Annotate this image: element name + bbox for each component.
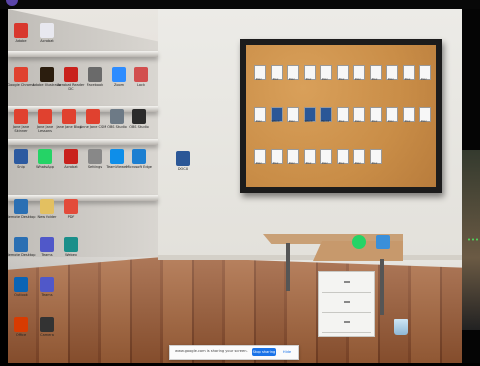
obs-icon[interactable]: OBS Studio [128,109,150,137]
teams-icon[interactable]: Teams [36,237,58,265]
circle-app-icon[interactable]: Webex [60,237,82,265]
teams-icon-glyph [40,237,54,252]
acrobat-icon[interactable]: Acrobat Reader DC [58,67,85,95]
whatsapp-icon-glyph [38,149,52,164]
icon-caption: Teams [41,293,53,297]
edge-icon-glyph [132,149,146,164]
setup-icon-glyph [134,67,148,82]
acrobat-pdf-icon[interactable]: Adobe [10,23,32,51]
icon-caption: Acrobat [40,39,54,43]
acrobat-icon-glyph [64,67,78,82]
icon-caption: DOCX [177,167,189,171]
icon-caption: OBS Studio [129,125,149,129]
screen-share-banner: www.google.com is sharing your screen. S… [169,345,299,360]
folder-icon-glyph [40,199,54,214]
remote-icon-2-glyph [14,237,28,252]
acrobat-pdf-icon-glyph [14,23,28,38]
mail-icon-glyph [40,23,54,38]
share-message: www.google.com is sharing your screen. [175,349,248,353]
drawer-knob [344,281,350,283]
chrome-icon-4-glyph [62,109,76,124]
camera-app-icon[interactable]: Camera [36,317,58,345]
app-icon[interactable]: Adobe Illustrator [32,67,62,95]
circle-app-icon-glyph [64,237,78,252]
status-dots [467,238,479,241]
chrome-icon-2-glyph [14,109,28,124]
remote-icon-2[interactable]: Remote Desktop [8,237,36,265]
outlook-icon[interactable]: Outlook [10,277,32,305]
folder-icon[interactable]: New folder [36,199,58,227]
drawer [322,294,371,313]
desk-leg [286,243,290,291]
snip-icon[interactable]: Snip [10,149,32,177]
word-doc-icon[interactable]: DOCX [172,151,194,179]
office-icon-glyph [14,317,28,332]
document-icon[interactable]: Doc [417,107,431,124]
chrome-icon-5[interactable]: Anne Jane CSM [80,109,106,137]
drawer-knob [344,321,350,323]
snip-icon-glyph [14,149,28,164]
chrome-icon-4[interactable]: Jane Jane Blog [56,109,82,137]
chrome-icon-2[interactable]: Jane Jane Skinner [10,109,32,137]
settings-icon-glyph [110,109,124,124]
chrome-icon-3[interactable]: Jane Jane Lessons [34,109,56,137]
remote-icon-glyph [14,199,28,214]
word-doc-icon-glyph [176,151,190,166]
zoom-icon-glyph [88,67,102,82]
mail-icon[interactable]: Acrobat [36,23,58,51]
baseboard [158,255,462,260]
teams-icon-2-glyph [40,277,54,292]
drawer [322,314,371,333]
edge-icon[interactable]: Microsoft Edge [126,149,152,177]
icon-caption: Lock [137,83,145,87]
vlc-icon-glyph [112,67,126,82]
gear-icon-glyph [88,149,102,164]
office-icon[interactable]: Office [10,317,32,345]
document-icon[interactable]: Doc [417,65,431,82]
shelf [8,51,158,57]
chrome-icon-3-glyph [38,109,52,124]
zoom-icon[interactable]: Facebook [84,67,106,95]
pdf-file-icon[interactable]: PDF [60,199,82,227]
monitor-desk-icon[interactable] [376,235,390,249]
drawer-cabinet [318,271,375,337]
teamviewer-icon-glyph [110,149,124,164]
icon-caption: Doc [371,162,378,165]
acrobat-icon-2-glyph [64,149,78,164]
camera-app-icon-glyph [40,317,54,332]
icon-caption: Camera [40,333,54,337]
chrome-icon-glyph [14,67,28,82]
teams-icon-2[interactable]: Teams [36,277,58,305]
stop-sharing-button[interactable]: Stop sharing [252,348,276,356]
desk-leg [380,259,384,315]
hide-button[interactable]: Hide [280,348,294,356]
drawer [322,274,371,293]
setup-icon[interactable]: Lock [130,67,152,95]
chrome-icon[interactable]: Google Chrome [8,67,35,95]
desktop[interactable]: Adobe Acrobat Google Chrome Adobe Illustrat… [8,9,462,363]
drawer-knob [344,301,350,303]
icon-caption: Doc [421,120,427,123]
outlook-icon-glyph [14,277,28,292]
document-icon[interactable]: Doc [368,149,382,166]
whatsapp-icon[interactable]: WhatsApp [34,149,56,177]
icon-caption: Doc [421,78,427,81]
whatsapp-desk-icon[interactable] [352,235,366,249]
pdf-file-icon-glyph [64,199,78,214]
icon-caption: PDF [67,215,75,219]
icon-caption: Webex [65,253,77,257]
remote-icon[interactable]: Remote Desktop [8,199,36,227]
acrobat-icon-2[interactable]: Acrobat [60,149,82,177]
app-icon-glyph [40,67,54,82]
recycle-bin-icon[interactable] [394,319,408,335]
icon-caption: Microsoft Edge [126,165,152,169]
top-bar [0,0,480,9]
chrome-icon-5-glyph [86,109,100,124]
obs-icon-glyph [132,109,146,124]
shelf [8,139,158,145]
